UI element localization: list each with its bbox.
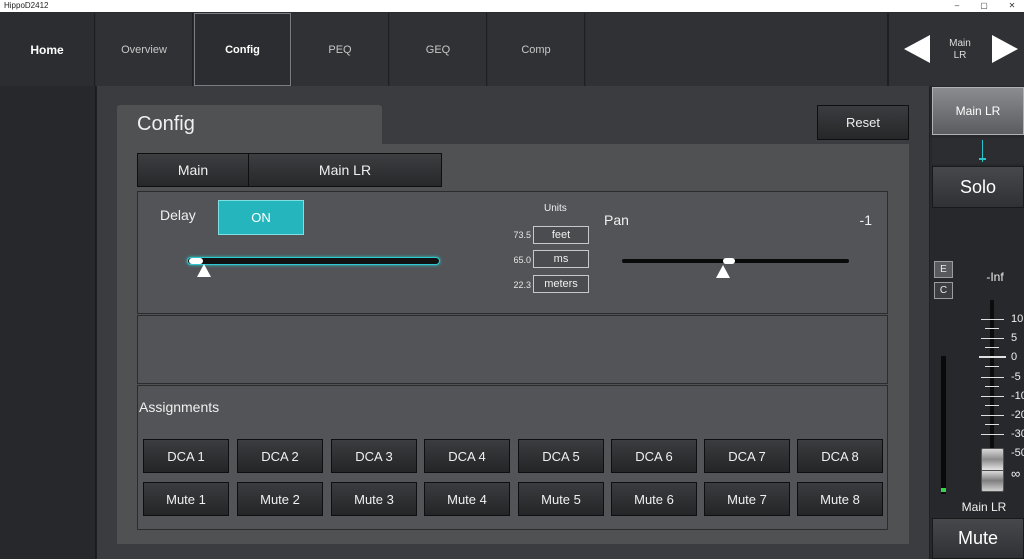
tab-peq[interactable]: PEQ [292, 13, 389, 86]
tab-bar-empty [586, 13, 888, 86]
mute-7-button[interactable]: Mute 7 [704, 482, 790, 516]
units-value-meters: 22.3 [513, 280, 531, 290]
fader-scale-label: 10 [1011, 313, 1024, 325]
level-meter [941, 356, 946, 494]
maximize-button[interactable]: ▢ [972, 0, 996, 12]
window-titlebar: HippoD2412 [0, 0, 1024, 12]
window-title: HippoD2412 [4, 1, 49, 10]
fader-scale-label: 5 [1011, 332, 1018, 344]
fader-scale-label: -10 [1011, 390, 1024, 402]
dca-5-button[interactable]: DCA 5 [518, 439, 604, 473]
mute-5-button[interactable]: Mute 5 [518, 482, 604, 516]
mute-8-button[interactable]: Mute 8 [797, 482, 883, 516]
solo-button[interactable]: Solo [932, 166, 1024, 208]
dca-6-button[interactable]: DCA 6 [611, 439, 697, 473]
units-value-ms: 65.0 [513, 255, 531, 265]
pan-slider-pointer-icon[interactable] [716, 265, 730, 278]
pan-label: Pan [604, 212, 629, 228]
delay-slider-track[interactable] [187, 257, 440, 265]
config-tab-title: Config [117, 105, 382, 145]
minimize-button[interactable]: – [945, 0, 969, 12]
dca-3-button[interactable]: DCA 3 [331, 439, 417, 473]
mute-3-button[interactable]: Mute 3 [331, 482, 417, 516]
fader-scale-label: -5 [1011, 371, 1021, 383]
pan-indicator [932, 138, 1024, 164]
fader-tick [985, 366, 999, 367]
fader-channel-name: Main LR [961, 500, 1007, 514]
fader-scale-label: -30 [1011, 428, 1024, 440]
c-button[interactable]: C [934, 282, 953, 299]
units-feet-box[interactable]: feet [533, 226, 589, 244]
fader-scale-label: -50 [1011, 447, 1024, 459]
dca-8-button[interactable]: DCA 8 [797, 439, 883, 473]
dca-2-button[interactable]: DCA 2 [237, 439, 323, 473]
fader-scale-label: 0 [1011, 351, 1018, 363]
prev-channel-icon[interactable] [904, 35, 930, 63]
tab-config[interactable]: Config [194, 13, 291, 86]
home-button[interactable]: Home [0, 13, 95, 86]
tab-overview[interactable]: Overview [96, 13, 193, 86]
pan-value: -1 [859, 212, 872, 228]
pan-indicator-mark [979, 158, 986, 160]
fader-tick [979, 356, 1006, 358]
fader-tick [985, 405, 999, 406]
channel-name-button[interactable]: Main LR [932, 87, 1024, 135]
next-channel-icon[interactable] [992, 35, 1018, 63]
dca-7-button[interactable]: DCA 7 [704, 439, 790, 473]
mute-2-button[interactable]: Mute 2 [237, 482, 323, 516]
fader-scale-label: ∞ [1011, 466, 1021, 481]
delay-slider-pointer-icon[interactable] [197, 264, 211, 277]
units-title: Units [544, 203, 567, 214]
fader-tick [985, 386, 999, 387]
fader-tick [985, 347, 999, 348]
fader-tick [981, 377, 1004, 378]
pan-slider-thumb[interactable] [723, 258, 735, 264]
dca-4-button[interactable]: DCA 4 [424, 439, 510, 473]
channel-nav-label: Main LR [949, 38, 971, 61]
mute-4-button[interactable]: Mute 4 [424, 482, 510, 516]
tab-comp[interactable]: Comp [488, 13, 585, 86]
units-value-feet: 73.5 [513, 230, 531, 240]
level-meter-fill [941, 488, 946, 492]
close-button[interactable]: ✕ [1000, 0, 1024, 12]
empty-section [137, 315, 888, 384]
mute-1-button[interactable]: Mute 1 [143, 482, 229, 516]
delay-toggle-button[interactable]: ON [218, 200, 304, 235]
units-meters-box[interactable]: meters [533, 275, 589, 293]
fader-tick [981, 415, 1004, 416]
units-ms-box[interactable]: ms [533, 250, 589, 268]
fader-tick [985, 328, 999, 329]
fader-tick [985, 424, 999, 425]
fader-scale-label: -20 [1011, 409, 1024, 421]
assignments-title: Assignments [139, 399, 220, 415]
fader-tick [981, 319, 1004, 320]
tab-geq[interactable]: GEQ [390, 13, 487, 86]
delay-label: Delay [160, 207, 196, 223]
fader-tick [981, 434, 1004, 435]
dca-1-button[interactable]: DCA 1 [143, 439, 229, 473]
mute-button[interactable]: Mute [932, 518, 1024, 559]
left-sidebar [0, 86, 96, 559]
e-button[interactable]: E [934, 261, 953, 278]
fader-tick [981, 338, 1004, 339]
mute-6-button[interactable]: Mute 6 [611, 482, 697, 516]
group-selector-button[interactable]: Main [137, 153, 249, 187]
level-readout: -Inf [986, 270, 1004, 284]
fader-tick [981, 396, 1004, 397]
reset-button[interactable]: Reset [817, 105, 909, 140]
pan-slider-track[interactable] [622, 259, 849, 263]
channel-selector-button[interactable]: Main LR [248, 153, 442, 187]
fader-knob-line [982, 470, 1003, 471]
